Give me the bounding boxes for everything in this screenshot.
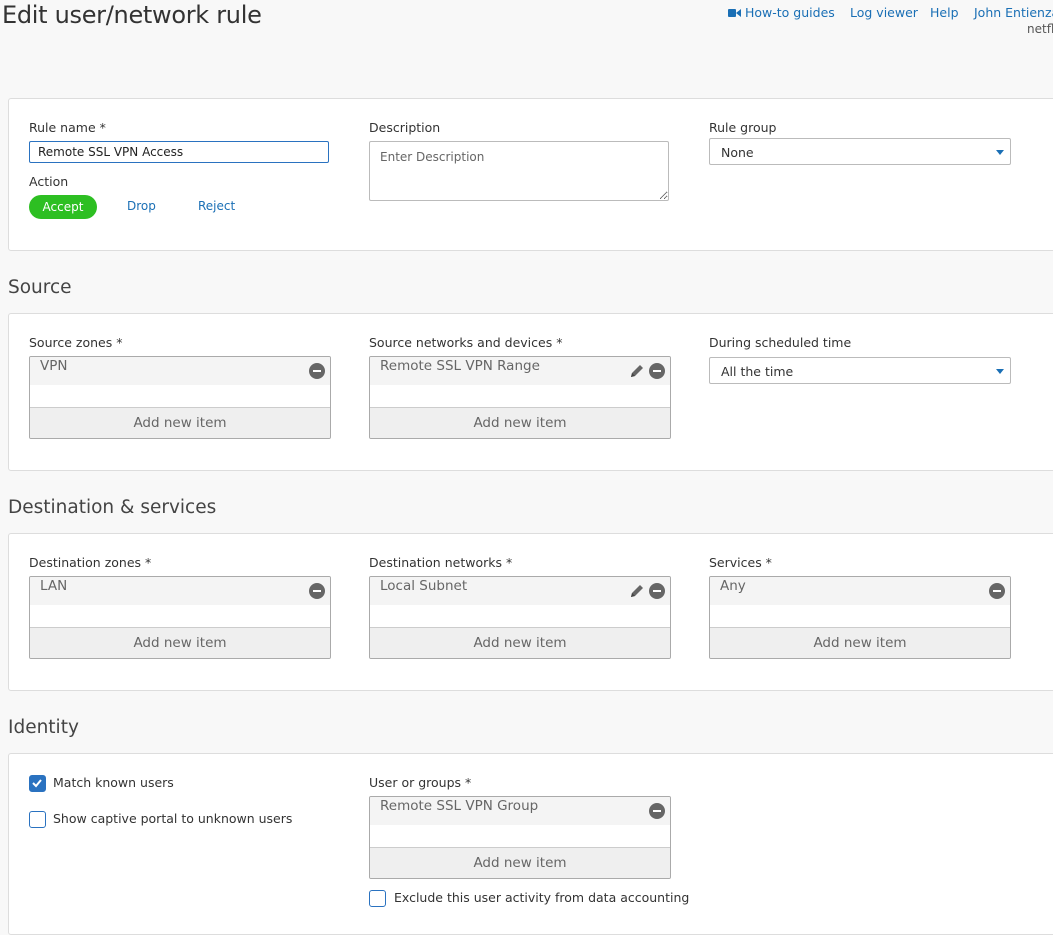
list-item-label: Local Subnet bbox=[380, 578, 468, 594]
exclude-accounting-checkbox[interactable] bbox=[369, 890, 386, 907]
chevron-down-icon bbox=[996, 369, 1004, 374]
chevron-down-icon bbox=[996, 150, 1004, 155]
list-item: Remote SSL VPN Group bbox=[370, 797, 670, 825]
accept-action-button[interactable]: Accept bbox=[29, 195, 97, 219]
add-source-network-button[interactable]: Add new item bbox=[370, 407, 670, 438]
description-label: Description bbox=[369, 120, 441, 135]
source-networks-label: Source networks and devices * bbox=[369, 335, 563, 350]
source-zones-list: VPN Add new item bbox=[29, 356, 331, 439]
drop-action-button[interactable]: Drop bbox=[127, 199, 156, 213]
remove-icon[interactable] bbox=[649, 583, 665, 599]
rule-group-select[interactable]: None bbox=[709, 138, 1011, 165]
list-item: VPN bbox=[30, 357, 330, 385]
rule-group-label: Rule group bbox=[709, 120, 777, 135]
add-service-button[interactable]: Add new item bbox=[710, 627, 1010, 658]
how-to-guides-link[interactable]: How-to guides bbox=[728, 5, 835, 20]
user-menu-link[interactable]: John Entienza bbox=[974, 5, 1053, 20]
exclude-accounting-label: Exclude this user activity from data acc… bbox=[394, 890, 690, 905]
remove-icon[interactable] bbox=[989, 583, 1005, 599]
list-item: Any bbox=[710, 577, 1010, 605]
video-icon bbox=[728, 9, 741, 17]
add-source-zone-button[interactable]: Add new item bbox=[30, 407, 330, 438]
remove-icon[interactable] bbox=[309, 583, 325, 599]
destination-heading: Destination & services bbox=[8, 497, 217, 518]
list-item-label: Remote SSL VPN Range bbox=[380, 358, 540, 374]
source-zones-label: Source zones * bbox=[29, 335, 123, 350]
check-icon bbox=[32, 779, 42, 788]
list-item-label: Any bbox=[720, 578, 746, 594]
users-list: Remote SSL VPN Group Add new item bbox=[369, 796, 671, 879]
destination-networks-list: Local Subnet Add new item bbox=[369, 576, 671, 659]
identity-heading: Identity bbox=[8, 717, 79, 738]
schedule-value: All the time bbox=[721, 364, 794, 379]
list-item-label: VPN bbox=[40, 358, 68, 374]
destination-zones-label: Destination zones * bbox=[29, 555, 152, 570]
users-label: User or groups * bbox=[369, 775, 472, 790]
help-link[interactable]: Help bbox=[930, 5, 959, 20]
schedule-label: During scheduled time bbox=[709, 335, 852, 350]
action-label: Action bbox=[29, 174, 69, 189]
source-heading: Source bbox=[8, 277, 72, 298]
log-viewer-link[interactable]: Log viewer bbox=[850, 5, 918, 20]
list-item-label: LAN bbox=[40, 578, 68, 594]
add-destination-network-button[interactable]: Add new item bbox=[370, 627, 670, 658]
list-item-label: Remote SSL VPN Group bbox=[380, 798, 539, 814]
org-name: netfl bbox=[1027, 22, 1053, 36]
add-user-group-button[interactable]: Add new item bbox=[370, 847, 670, 878]
list-item: Remote SSL VPN Range bbox=[370, 357, 670, 385]
match-known-users-checkbox[interactable] bbox=[29, 775, 46, 792]
remove-icon[interactable] bbox=[649, 803, 665, 819]
schedule-select[interactable]: All the time bbox=[709, 357, 1011, 384]
captive-portal-label: Show captive portal to unknown users bbox=[53, 811, 293, 826]
services-list: Any Add new item bbox=[709, 576, 1011, 659]
services-label: Services * bbox=[709, 555, 772, 570]
remove-icon[interactable] bbox=[309, 363, 325, 379]
rule-name-label: Rule name * bbox=[29, 120, 106, 135]
pencil-icon[interactable] bbox=[629, 363, 645, 379]
remove-icon[interactable] bbox=[649, 363, 665, 379]
rule-group-value: None bbox=[721, 145, 754, 160]
list-item: Local Subnet bbox=[370, 577, 670, 605]
page-title: Edit user/network rule bbox=[2, 1, 262, 29]
add-destination-zone-button[interactable]: Add new item bbox=[30, 627, 330, 658]
how-to-guides-label: How-to guides bbox=[745, 5, 835, 20]
source-networks-list: Remote SSL VPN Range Add new item bbox=[369, 356, 671, 439]
captive-portal-checkbox[interactable] bbox=[29, 811, 46, 828]
list-item: LAN bbox=[30, 577, 330, 605]
destination-zones-list: LAN Add new item bbox=[29, 576, 331, 659]
match-known-users-label: Match known users bbox=[53, 775, 174, 790]
reject-action-button[interactable]: Reject bbox=[198, 199, 235, 213]
pencil-icon[interactable] bbox=[629, 583, 645, 599]
destination-networks-label: Destination networks * bbox=[369, 555, 513, 570]
rule-name-input[interactable] bbox=[29, 141, 329, 163]
description-textarea[interactable] bbox=[369, 141, 669, 201]
